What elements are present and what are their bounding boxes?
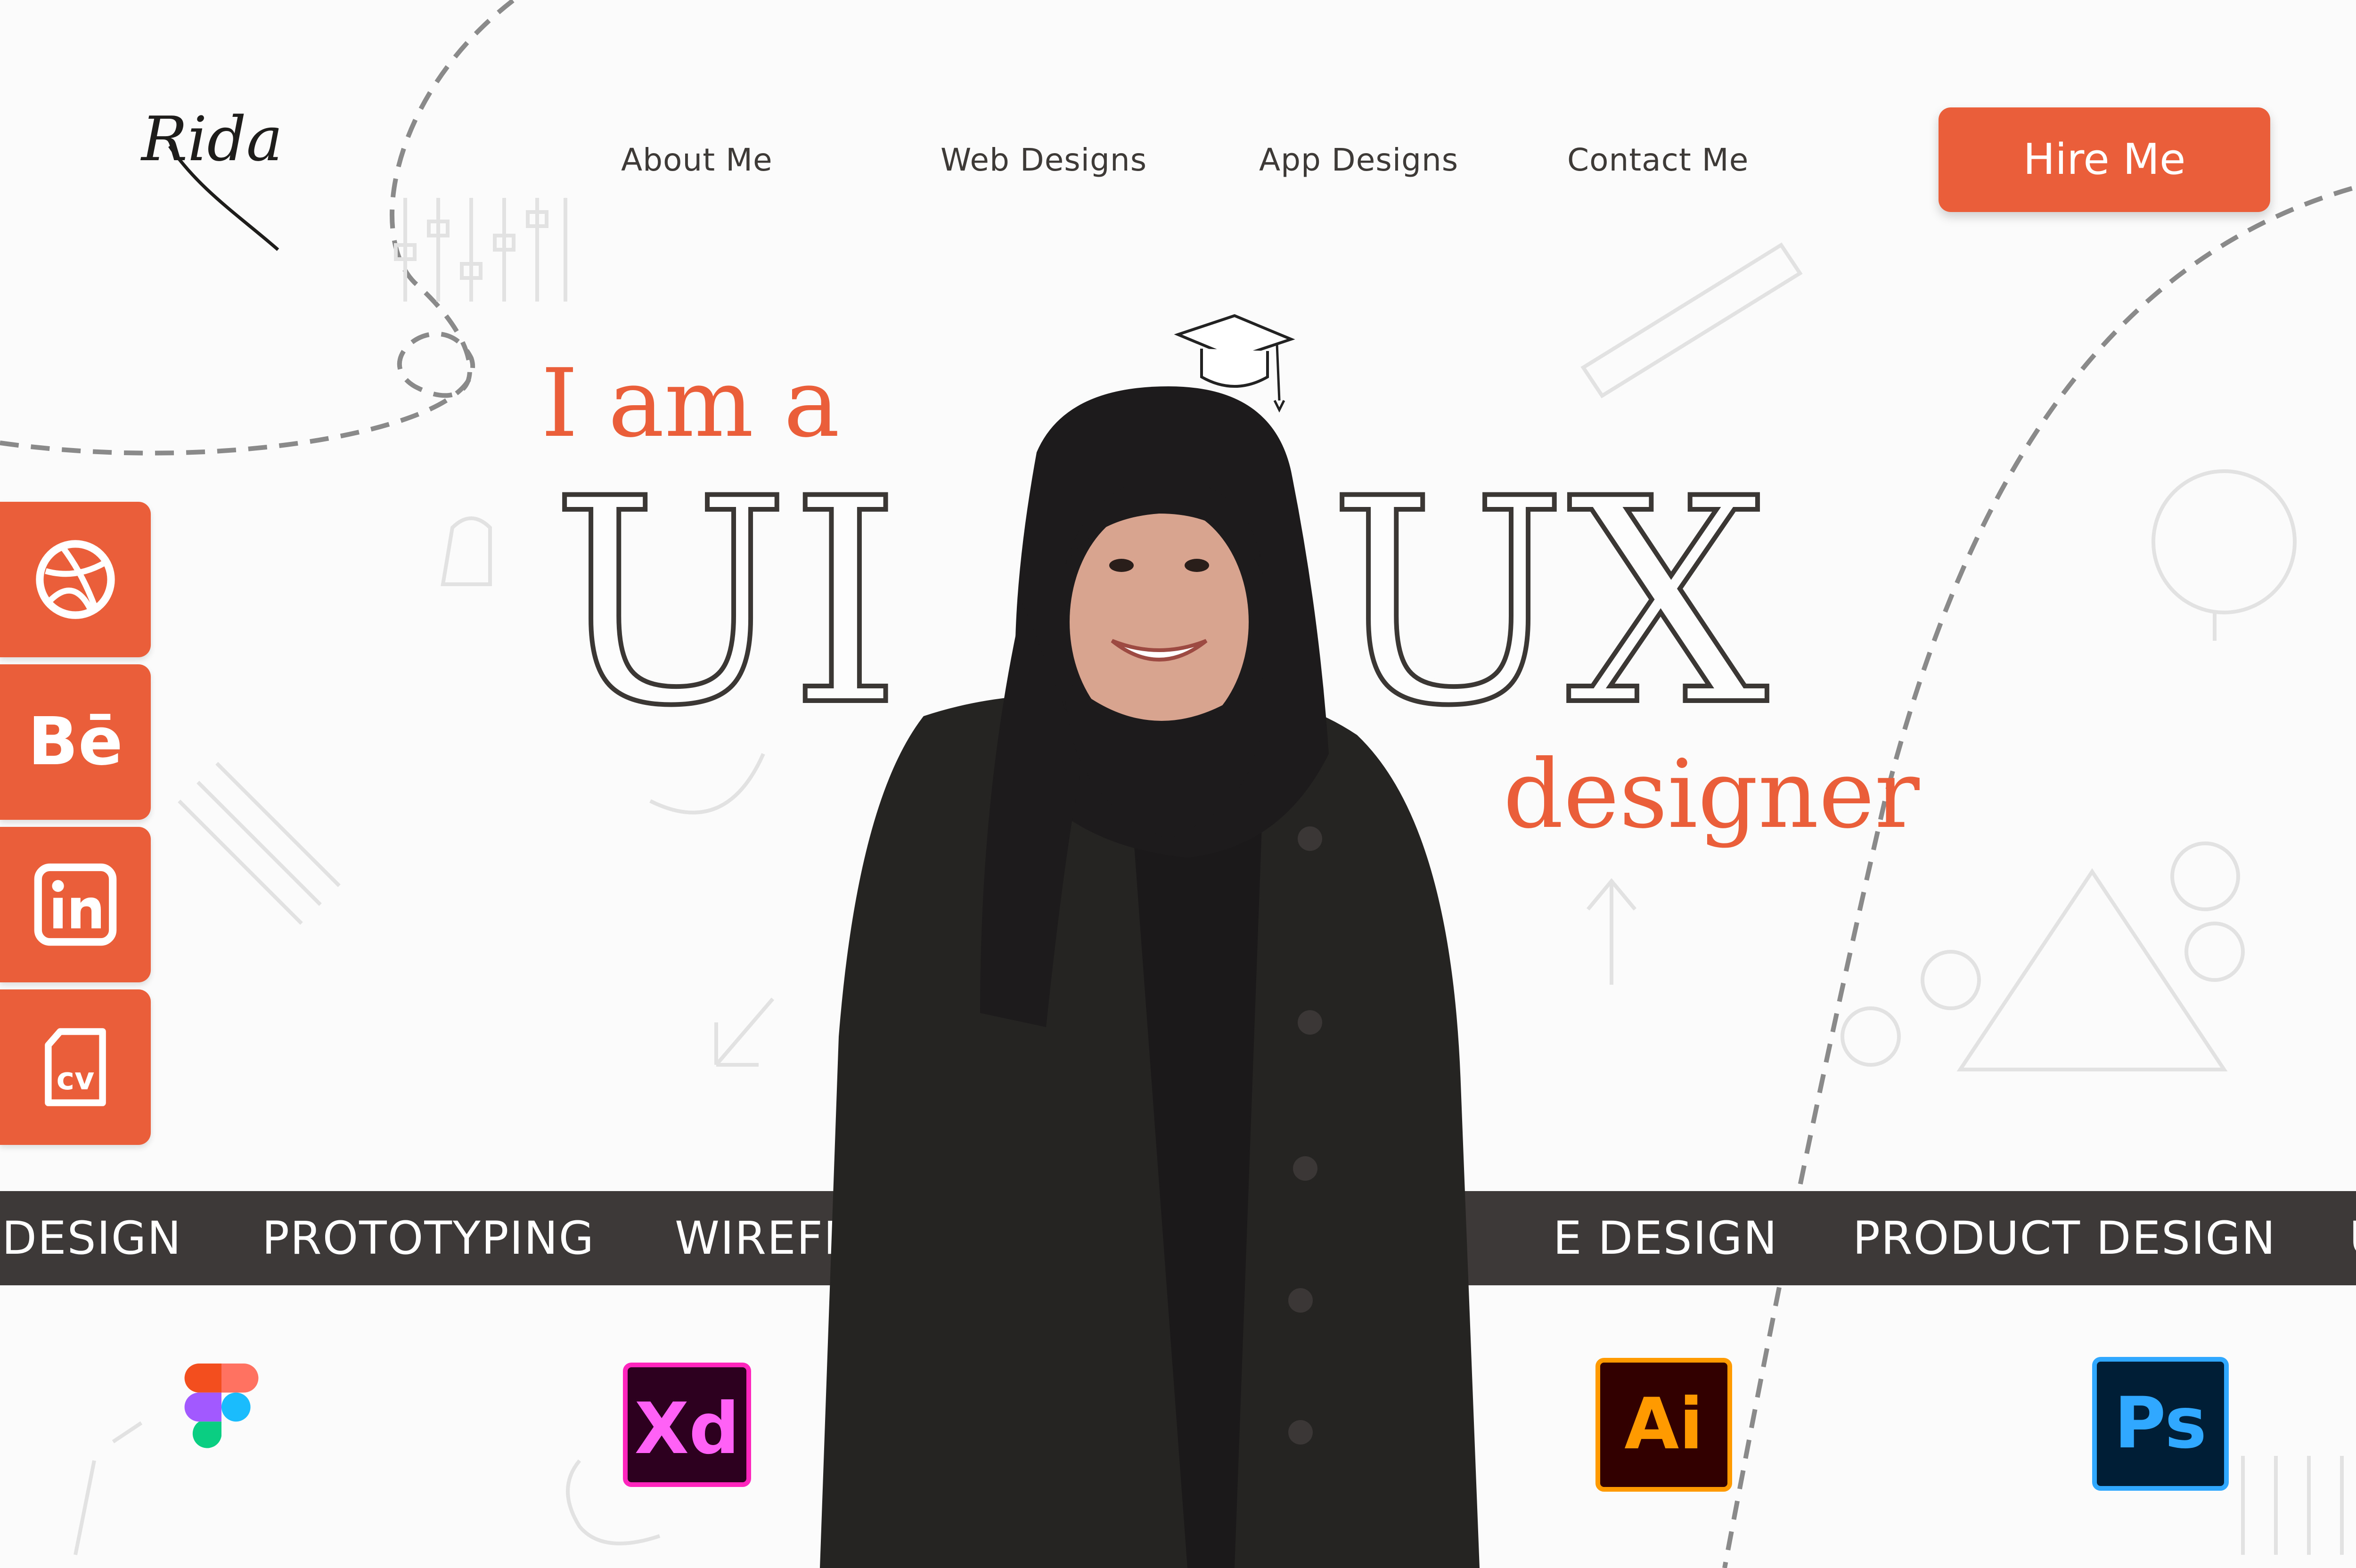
- nav-web-designs[interactable]: Web Designs: [941, 141, 1147, 179]
- skill-item: USI: [2349, 1191, 2356, 1285]
- adobe-illustrator-icon: Ai: [1595, 1358, 1732, 1492]
- figma-tool: [155, 1357, 287, 1489]
- adobe-photoshop-icon: Ps: [2092, 1357, 2229, 1491]
- nav-about-me[interactable]: About Me: [621, 141, 773, 179]
- equalizer-doodle-bottom: [2241, 1456, 2344, 1555]
- equalizer-doodle: [394, 198, 567, 302]
- dribbble-link[interactable]: [0, 502, 151, 657]
- behance-link[interactable]: Bē: [0, 664, 151, 820]
- behance-icon: Bē: [28, 703, 123, 780]
- cv-link[interactable]: cv: [0, 989, 151, 1145]
- adobe-xd-icon: Xd: [623, 1363, 751, 1487]
- svg-text:cv: cv: [57, 1062, 95, 1097]
- cv-icon: cv: [45, 1028, 106, 1106]
- hire-me-button[interactable]: Hire Me: [1939, 107, 2270, 212]
- logo-text: Rida: [140, 103, 283, 175]
- nav-app-designs[interactable]: App Designs: [1259, 141, 1458, 179]
- linkedin-icon: [34, 863, 117, 946]
- nav-contact-me[interactable]: Contact Me: [1567, 141, 1749, 179]
- skill-item: PRODUCT DESIGN: [1853, 1212, 2276, 1265]
- linkedin-link[interactable]: [0, 827, 151, 982]
- brand-logo[interactable]: Rida: [137, 80, 306, 259]
- dribbble-icon: [36, 540, 115, 619]
- skill-item: E DESIGN: [1553, 1212, 1778, 1265]
- figma-icon: [184, 1364, 259, 1448]
- skill-item: PROTOTYPING: [262, 1212, 595, 1265]
- skill-item: DESIGN: [2, 1212, 182, 1265]
- portrait-photo: [820, 386, 1480, 1568]
